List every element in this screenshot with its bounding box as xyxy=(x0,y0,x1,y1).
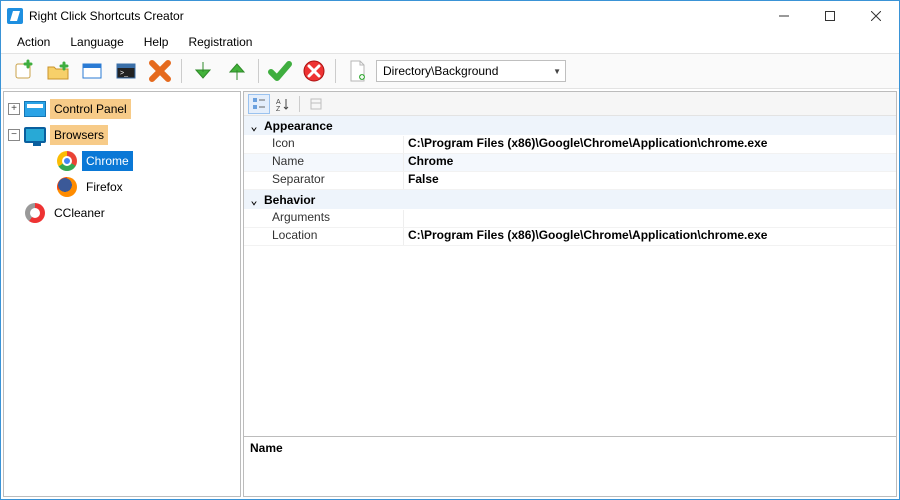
chevron-down-icon: ▼ xyxy=(553,67,561,76)
tree-label: Chrome xyxy=(82,151,133,171)
minimize-button[interactable] xyxy=(761,1,807,31)
svg-text:Z: Z xyxy=(276,106,281,111)
prop-value[interactable]: C:\Program Files (x86)\Google\Chrome\App… xyxy=(404,228,896,245)
menu-help[interactable]: Help xyxy=(134,32,179,52)
monitor-icon xyxy=(24,124,46,146)
prop-value[interactable]: False xyxy=(404,172,896,189)
prop-row-name[interactable]: Name Chrome xyxy=(244,154,896,172)
categorized-view-button[interactable] xyxy=(248,94,270,114)
delete-button[interactable] xyxy=(145,56,175,86)
prop-key: Arguments xyxy=(244,210,404,227)
tree-node-browsers[interactable]: − Browsers xyxy=(8,122,238,148)
tree-label: Browsers xyxy=(50,125,108,145)
prop-key: Icon xyxy=(244,136,404,153)
tree-node-firefox[interactable]: Firefox xyxy=(24,174,238,200)
svg-text:A: A xyxy=(276,99,281,106)
context-combo-value: Directory\Background xyxy=(383,64,498,78)
category-behavior[interactable]: ⌄ Behavior xyxy=(244,190,896,210)
app-window: Right Click Shortcuts Creator Action Lan… xyxy=(0,0,900,500)
chevron-down-icon[interactable]: ⌄ xyxy=(248,193,260,207)
app-icon xyxy=(7,8,23,24)
console-button[interactable]: >_ xyxy=(111,56,141,86)
move-down-button[interactable] xyxy=(188,56,218,86)
prop-row-separator[interactable]: Separator False xyxy=(244,172,896,190)
property-grid: AZ ⌄ Appearance Icon C:\Program Files (x… xyxy=(243,91,897,497)
property-grid-toolbar: AZ xyxy=(244,92,896,116)
menu-registration[interactable]: Registration xyxy=(178,32,262,52)
prop-key: Separator xyxy=(244,172,404,189)
tree-label: Firefox xyxy=(82,177,127,197)
maximize-button[interactable] xyxy=(807,1,853,31)
prop-value[interactable]: C:\Program Files (x86)\Google\Chrome\App… xyxy=(404,136,896,153)
close-button[interactable] xyxy=(853,1,899,31)
tree-node-control-panel[interactable]: + Control Panel xyxy=(8,96,238,122)
window-button[interactable] xyxy=(77,56,107,86)
menubar: Action Language Help Registration xyxy=(1,31,899,53)
firefox-icon xyxy=(56,176,78,198)
toolbar-separator xyxy=(258,59,259,83)
prop-value[interactable] xyxy=(404,210,896,227)
category-label: Behavior xyxy=(264,193,315,207)
expander-plus-icon[interactable]: + xyxy=(8,103,20,115)
category-label: Appearance xyxy=(264,119,333,133)
property-help-title: Name xyxy=(250,441,890,455)
apply-button[interactable] xyxy=(265,56,295,86)
toolbar: >_ Directory\Background ▼ xyxy=(1,53,899,89)
properties-panel: AZ ⌄ Appearance Icon C:\Program Files (x… xyxy=(243,91,897,497)
document-button[interactable] xyxy=(342,56,372,86)
property-grid-rows: ⌄ Appearance Icon C:\Program Files (x86)… xyxy=(244,116,896,436)
category-appearance[interactable]: ⌄ Appearance xyxy=(244,116,896,136)
chrome-icon xyxy=(56,150,78,172)
prop-key: Location xyxy=(244,228,404,245)
window-title: Right Click Shortcuts Creator xyxy=(29,9,184,23)
toolbar-separator xyxy=(181,59,182,83)
ccleaner-icon xyxy=(24,202,46,224)
tree-label: CCleaner xyxy=(50,203,109,223)
prop-row-arguments[interactable]: Arguments xyxy=(244,210,896,228)
prop-value[interactable]: Chrome xyxy=(404,154,896,171)
prop-key: Name xyxy=(244,154,404,171)
property-pages-button[interactable] xyxy=(305,94,327,114)
expander-minus-icon[interactable]: − xyxy=(8,129,20,141)
titlebar: Right Click Shortcuts Creator xyxy=(1,1,899,31)
expander-none xyxy=(40,181,52,193)
tree-label: Control Panel xyxy=(50,99,131,119)
tree-panel[interactable]: + Control Panel − Browsers xyxy=(3,91,241,497)
toolbar-separator xyxy=(299,96,300,112)
body: + Control Panel − Browsers xyxy=(1,89,899,499)
expander-none xyxy=(8,207,20,219)
new-item-button[interactable] xyxy=(9,56,39,86)
control-panel-icon xyxy=(24,98,46,120)
prop-row-location[interactable]: Location C:\Program Files (x86)\Google\C… xyxy=(244,228,896,246)
toolbar-separator xyxy=(335,59,336,83)
tree-node-chrome[interactable]: Chrome xyxy=(24,148,238,174)
menu-language[interactable]: Language xyxy=(60,32,133,52)
property-help-panel: Name xyxy=(244,436,896,496)
chevron-down-icon[interactable]: ⌄ xyxy=(248,119,260,133)
expander-none xyxy=(40,155,52,167)
svg-text:>_: >_ xyxy=(120,70,128,77)
prop-row-icon[interactable]: Icon C:\Program Files (x86)\Google\Chrom… xyxy=(244,136,896,154)
context-combo[interactable]: Directory\Background ▼ xyxy=(376,60,566,82)
new-folder-button[interactable] xyxy=(43,56,73,86)
tree-node-ccleaner[interactable]: CCleaner xyxy=(8,200,238,226)
cancel-button[interactable] xyxy=(299,56,329,86)
move-up-button[interactable] xyxy=(222,56,252,86)
alphabetical-view-button[interactable]: AZ xyxy=(272,94,294,114)
menu-action[interactable]: Action xyxy=(7,32,60,52)
